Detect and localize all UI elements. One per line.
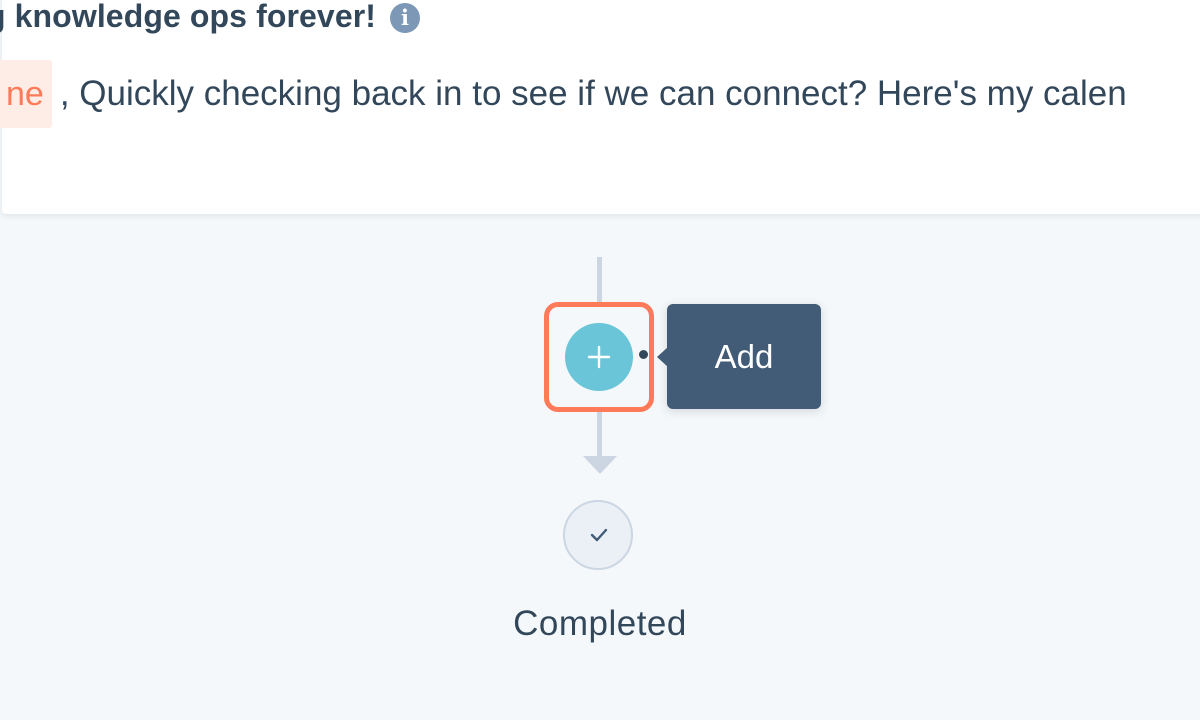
email-step-card[interactable]: g knowledge ops forever! i ne , Quickly … [0,0,1200,214]
add-tooltip: Add [657,304,821,409]
email-body-row: ne , Quickly checking back in to see if … [0,60,1127,128]
tooltip-label: Add [714,337,774,375]
email-body-preview: , Quickly checking back in to see if we … [59,74,1127,113]
email-subject: g knowledge ops forever! [0,0,377,34]
completed-node [563,500,633,570]
info-icon[interactable]: i [390,2,421,33]
completed-label: Completed [513,604,687,643]
connector-line-bottom [597,410,602,458]
tooltip-anchor-dot [639,350,648,359]
personalization-token[interactable]: ne [0,60,52,128]
check-icon [590,528,608,542]
add-step-button[interactable] [565,323,633,391]
connector-arrow-icon [583,456,617,474]
connector-line-top [597,257,602,303]
email-subject-row: g knowledge ops forever! i [0,0,421,35]
workflow-canvas: g knowledge ops forever! i ne , Quickly … [0,0,1200,720]
plus-icon [587,345,611,369]
tooltip-arrow [657,347,668,367]
